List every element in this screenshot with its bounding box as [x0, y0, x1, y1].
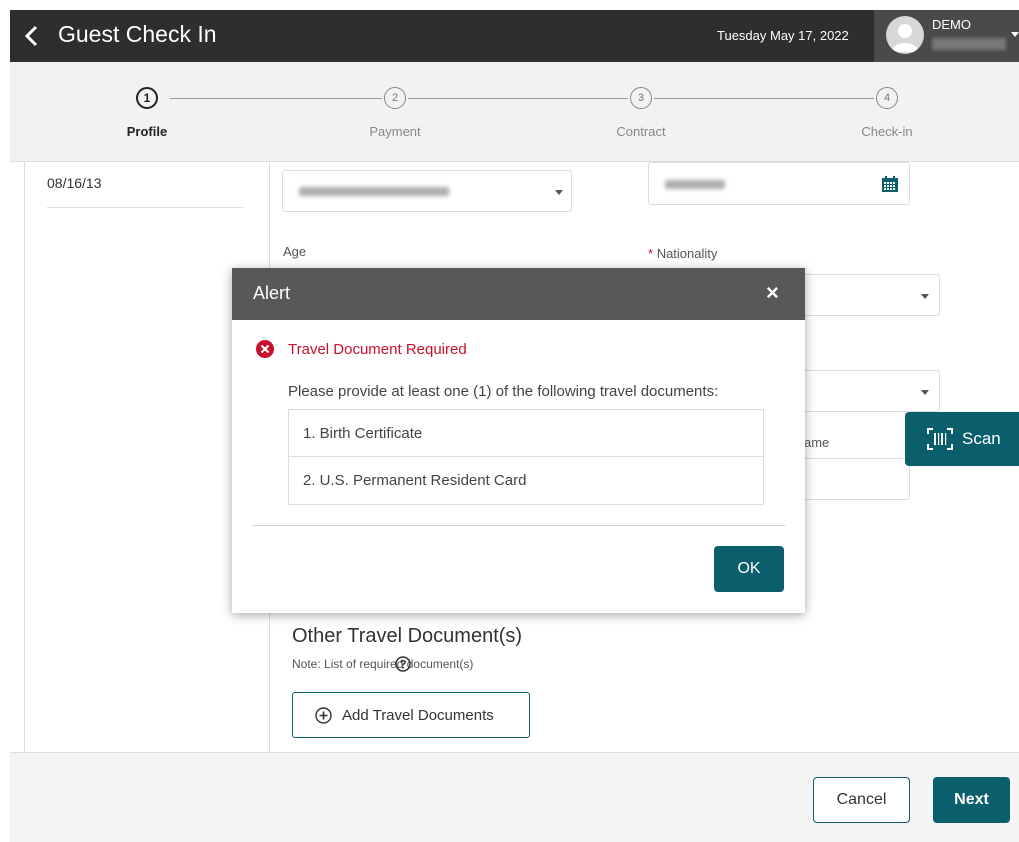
alert-header: Alert ×: [232, 268, 805, 320]
modal-overlay: Alert × Travel Document Required Please …: [10, 10, 1019, 842]
required-documents-list: 1. Birth Certificate 2. U.S. Permanent R…: [288, 409, 764, 505]
list-item: 1. Birth Certificate: [289, 410, 763, 457]
list-item: 2. U.S. Permanent Resident Card: [303, 472, 527, 489]
ok-button[interactable]: OK: [714, 546, 784, 592]
alert-title: Alert: [253, 283, 291, 303]
error-title: Travel Document Required: [288, 341, 467, 358]
guest-check-in-app: Guest Check In Tuesday May 17, 2022 DEMO…: [10, 10, 1019, 842]
alert-dialog: Alert × Travel Document Required Please …: [232, 268, 805, 613]
close-icon[interactable]: ×: [766, 282, 779, 304]
error-message: Please provide at least one (1) of the f…: [288, 383, 719, 400]
error-circle-icon: [256, 340, 274, 358]
divider: [253, 525, 785, 526]
